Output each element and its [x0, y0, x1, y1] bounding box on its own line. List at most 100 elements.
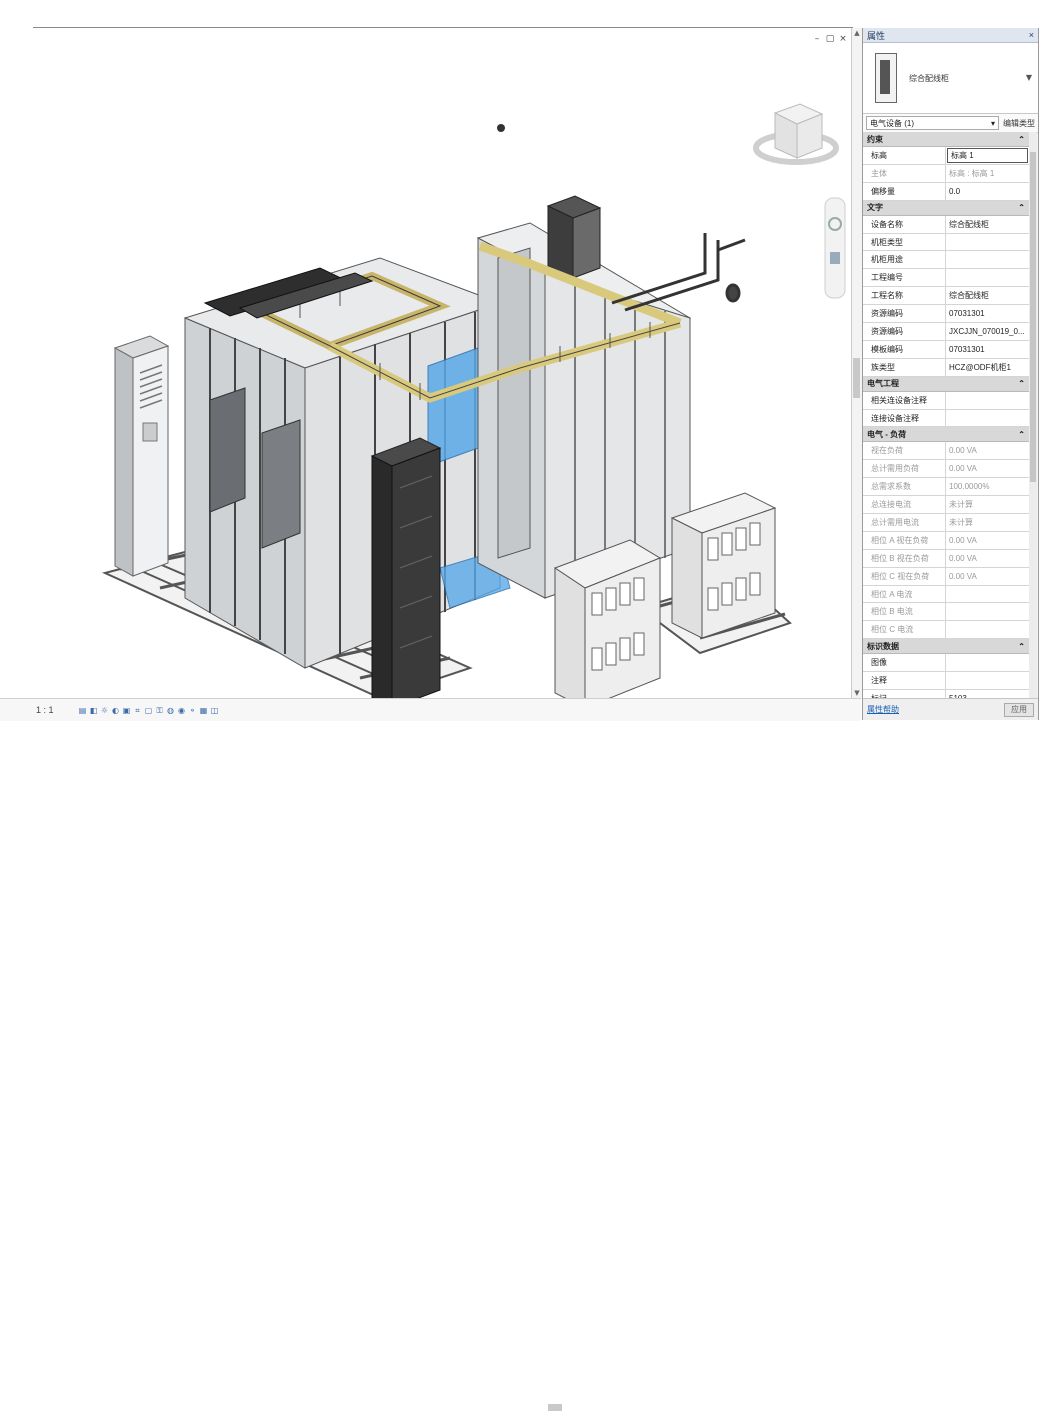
air-conditioner-unit[interactable] — [113, 335, 170, 577]
cabinet-row-right[interactable] — [476, 222, 692, 599]
property-value[interactable]: 标高 1 — [947, 148, 1028, 163]
sun-path-icon[interactable]: ☼ — [100, 706, 109, 715]
detail-level-icon[interactable]: ▤ — [78, 706, 87, 715]
property-group-header[interactable]: 约束 ⌃ — [863, 132, 1029, 147]
navigation-bar[interactable] — [824, 197, 846, 299]
constraints-icon[interactable]: ◫ — [210, 706, 219, 715]
render-icon[interactable]: ▣ — [122, 706, 131, 715]
type-selector[interactable]: 综合配线柜 ▼ — [863, 43, 1038, 114]
scroll-up-icon[interactable]: ▲ — [852, 28, 862, 38]
property-row[interactable]: 注释 — [863, 672, 1029, 691]
property-row[interactable]: 工程编号 — [863, 269, 1029, 288]
collapse-icon[interactable]: ⌃ — [1018, 203, 1025, 212]
collapse-icon[interactable]: ⌃ — [1018, 430, 1025, 439]
viewcube[interactable] — [753, 103, 839, 165]
property-value[interactable]: 综合配线柜 — [946, 216, 1029, 233]
property-group-header[interactable]: 文字 ⌃ — [863, 200, 1029, 216]
property-row[interactable]: 连接设备注释 — [863, 409, 1029, 428]
property-value[interactable] — [946, 234, 1029, 251]
reveal-hidden-icon[interactable]: ◉ — [177, 706, 186, 715]
property-value[interactable]: JXCJJN_070019_0... — [946, 323, 1029, 340]
collapse-icon[interactable]: ⌃ — [1018, 135, 1025, 144]
property-row[interactable]: 相位 B 电流 — [863, 603, 1029, 622]
collapse-icon[interactable]: ⌃ — [1018, 379, 1025, 388]
property-row[interactable]: 相位 B 视在负荷 0.00 VA — [863, 549, 1029, 568]
property-name: 总连接电流 — [863, 496, 946, 514]
property-row[interactable]: 机柜类型 — [863, 233, 1029, 252]
property-group-header[interactable]: 电气 - 负荷 ⌃ — [863, 427, 1029, 443]
show-crop-icon[interactable]: ▢ — [144, 706, 153, 715]
viewport-vertical-scrollbar[interactable]: ▲ ▼ — [851, 28, 862, 698]
property-value[interactable]: 07031301 — [946, 341, 1029, 358]
type-preview-icon — [875, 53, 897, 103]
property-row[interactable]: 资源编码 JXCJJN_070019_0... — [863, 323, 1029, 341]
property-row[interactable]: 视在负荷 0.00 VA — [863, 442, 1029, 461]
apply-button[interactable]: 应用 — [1004, 702, 1034, 717]
property-row[interactable]: 总计需用电流 未计算 — [863, 514, 1029, 532]
edit-type-button[interactable]: 编辑类型 — [1003, 118, 1035, 129]
property-row[interactable]: 总需求系数 100.0000% — [863, 478, 1029, 497]
property-row[interactable]: 相位 A 视在负荷 0.00 VA — [863, 531, 1029, 550]
property-row[interactable]: 模板编码 07031301 — [863, 340, 1029, 359]
property-value[interactable]: 0.0 — [946, 183, 1029, 200]
scroll-down-icon[interactable]: ▼ — [852, 688, 862, 698]
instance-filter-dropdown[interactable]: 电气设备 (1) ▾ — [866, 116, 999, 130]
property-row[interactable]: 设备名称 综合配线柜 — [863, 215, 1029, 234]
property-row[interactable]: 相位 C 视在负荷 0.00 VA — [863, 567, 1029, 586]
hscroll-thumb[interactable] — [548, 1404, 562, 1411]
property-value[interactable] — [946, 410, 1029, 427]
minimize-view-icon[interactable]: – — [812, 34, 822, 44]
close-view-icon[interactable]: × — [838, 34, 848, 44]
property-row[interactable]: 标高 标高 1 — [863, 147, 1029, 165]
property-value[interactable]: HCZ@ODF机柜1 — [946, 359, 1029, 376]
chevron-down-icon[interactable]: ▼ — [1026, 73, 1032, 82]
property-group-header[interactable]: 电气工程 ⌃ — [863, 376, 1029, 392]
property-value[interactable]: 综合配线柜 — [946, 287, 1029, 304]
property-value[interactable] — [946, 269, 1029, 286]
highlight-icon[interactable]: ▦ — [199, 706, 208, 715]
analytical-icon[interactable]: ⚬ — [188, 706, 197, 715]
crop-icon[interactable]: ⌗ — [133, 706, 142, 715]
properties-scroll-thumb[interactable] — [1030, 152, 1036, 482]
property-row[interactable]: 族类型 HCZ@ODF机柜1 — [863, 358, 1029, 377]
restore-view-icon[interactable]: ▢ — [825, 34, 835, 44]
property-row[interactable]: 总连接电流 未计算 — [863, 496, 1029, 515]
property-value[interactable] — [946, 654, 1029, 671]
visual-style-icon[interactable]: ◧ — [89, 706, 98, 715]
dark-network-cabinet[interactable] — [370, 437, 442, 698]
property-value[interactable] — [946, 672, 1029, 689]
3d-viewport[interactable] — [0, 28, 851, 698]
property-group-header[interactable]: 标识数据 ⌃ — [863, 639, 1029, 655]
property-name: 机柜类型 — [863, 233, 946, 251]
shadows-icon[interactable]: ◐ — [111, 706, 120, 715]
view-window-controls[interactable]: – ▢ × — [812, 34, 848, 44]
property-row[interactable]: 工程名称 综合配线柜 — [863, 287, 1029, 306]
property-value: 未计算 — [949, 517, 973, 527]
property-row[interactable]: 机柜用途 — [863, 251, 1029, 270]
property-value[interactable] — [946, 392, 1029, 409]
model-scene[interactable] — [0, 28, 851, 698]
property-row[interactable]: 相关连设备注释 — [863, 391, 1029, 410]
view-scale[interactable]: 1 : 1 — [36, 705, 72, 715]
property-row[interactable]: 相位 A 电流 — [863, 585, 1029, 604]
property-row[interactable]: 相位 C 电流 — [863, 621, 1029, 640]
properties-scrollbar[interactable] — [1029, 132, 1037, 712]
scroll-thumb[interactable] — [853, 358, 860, 398]
properties-help-link[interactable]: 属性帮助 — [867, 704, 899, 715]
unlock-3d-icon[interactable]: ⚿ — [155, 706, 164, 715]
property-value[interactable]: 07031301 — [946, 305, 1029, 322]
viewport-horizontal-scrollbar[interactable] — [268, 1402, 848, 1412]
property-row[interactable]: 总计需用负荷 0.00 VA — [863, 460, 1029, 479]
property-value: 标高 : 标高 1 — [949, 168, 995, 178]
battery-rack-rear[interactable] — [670, 492, 777, 639]
collapse-icon[interactable]: ⌃ — [1018, 642, 1025, 651]
battery-rack-front[interactable] — [553, 539, 662, 698]
wall-mount-box[interactable] — [546, 195, 602, 279]
property-value[interactable] — [946, 251, 1029, 268]
property-row[interactable]: 图像 — [863, 654, 1029, 673]
temp-hide-icon[interactable]: ◍ — [166, 706, 175, 715]
close-icon[interactable]: × — [1029, 30, 1034, 40]
property-row[interactable]: 资源编码 07031301 — [863, 305, 1029, 324]
property-row[interactable]: 主体 标高 : 标高 1 — [863, 164, 1029, 183]
property-row[interactable]: 偏移量 0.0 — [863, 182, 1029, 201]
